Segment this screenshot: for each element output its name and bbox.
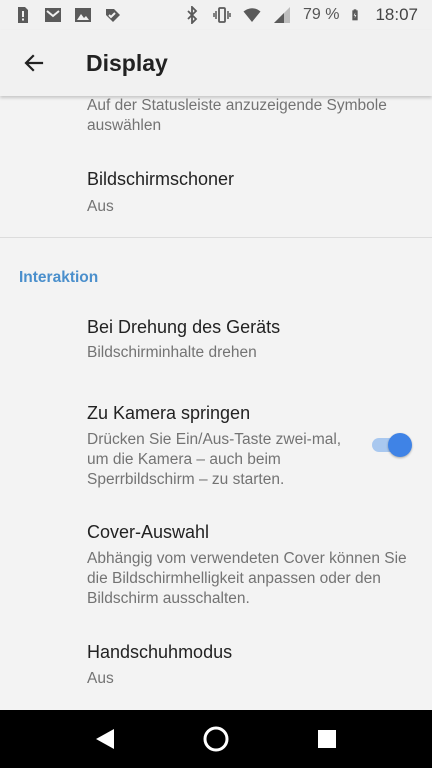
setting-glove-mode[interactable]: Handschuhmodus Aus <box>87 640 412 689</box>
wifi-icon <box>243 8 261 22</box>
camera-jump-toggle[interactable] <box>370 431 412 457</box>
setting-subtitle: Auf der Statusleiste anzuzeigende Symbol… <box>87 97 387 134</box>
status-bar: 79 % 18:07 <box>0 0 432 30</box>
setting-camera-jump[interactable]: Zu Kamera springen Drücken Sie Ein/Aus-T… <box>87 401 362 490</box>
section-divider <box>0 237 432 238</box>
clock: 18:07 <box>375 5 418 24</box>
bluetooth-icon <box>187 6 198 24</box>
setting-title: Handschuhmodus <box>87 642 233 662</box>
vibrate-icon <box>213 7 231 23</box>
setting-cover-selection[interactable]: Cover-Auswahl Abhängig vom verwendeten C… <box>87 520 412 609</box>
setting-title: Bei Drehung des Geräts <box>87 317 281 337</box>
check-app-icon <box>106 9 120 22</box>
battery-icon <box>352 9 359 21</box>
status-bar-system: 79 % 18:07 <box>183 5 418 25</box>
signal-icon <box>273 7 290 23</box>
app-bar: Display <box>0 30 432 96</box>
image-icon <box>75 8 91 22</box>
setting-subtitle: Aus <box>87 198 114 215</box>
mail-icon <box>45 8 61 22</box>
setting-subtitle: Bildschirminhalte drehen <box>87 344 257 361</box>
recents-square-icon <box>317 730 336 748</box>
battery-percent: 79 % <box>302 6 340 23</box>
toggle-thumb <box>388 433 412 457</box>
settings-list[interactable]: Auf der Statusleiste anzuzeigende Symbol… <box>0 96 432 710</box>
setting-title: Bildschirmschoner <box>87 169 235 189</box>
status-bar-notifications <box>14 6 122 24</box>
section-header-interaction: Interaktion <box>19 269 99 286</box>
back-triangle-icon <box>96 729 115 749</box>
page-title: Display <box>86 49 168 76</box>
setting-title: Zu Kamera springen <box>87 403 251 423</box>
nav-recents-button[interactable] <box>307 719 347 759</box>
nav-back-button[interactable] <box>85 719 125 759</box>
setting-title: Cover-Auswahl <box>87 522 210 542</box>
alert-icon <box>18 7 28 23</box>
home-circle-icon <box>203 726 229 752</box>
navigation-bar <box>0 710 432 768</box>
setting-screensaver[interactable]: Bildschirmschoner Aus <box>87 167 412 217</box>
setting-subtitle: Abhängig vom verwendeten Cover können Si… <box>87 550 407 607</box>
setting-status-icons[interactable]: Auf der Statusleiste anzuzeigende Symbol… <box>87 96 412 136</box>
setting-subtitle: Drücken Sie Ein/Aus-Taste zwei-mal, um d… <box>87 431 342 488</box>
setting-subtitle: Aus <box>87 670 114 687</box>
setting-rotation[interactable]: Bei Drehung des Geräts Bildschirminhalte… <box>87 315 412 363</box>
arrow-left-icon <box>24 54 44 72</box>
back-button[interactable] <box>6 35 62 91</box>
nav-home-button[interactable] <box>196 719 236 759</box>
